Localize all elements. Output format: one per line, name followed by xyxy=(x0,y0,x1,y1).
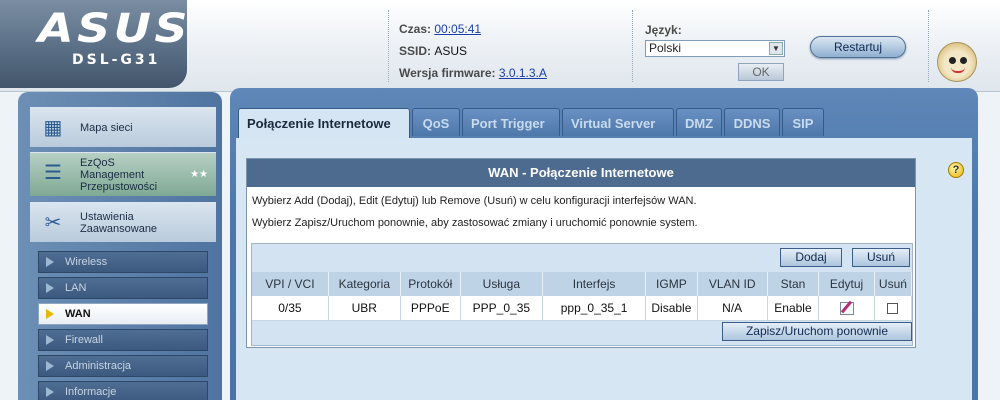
header-divider xyxy=(928,10,929,82)
cell-edit xyxy=(818,296,875,321)
sidebar-item-information[interactable]: Informacje xyxy=(38,381,208,400)
column-header: VLAN ID xyxy=(697,272,768,296)
sidebar-item-label: Mapa sieci xyxy=(80,122,133,134)
tab-port-trigger[interactable]: Port Trigger xyxy=(462,108,560,136)
column-header: Stan xyxy=(767,272,820,296)
mascot-eye xyxy=(949,57,956,64)
sidebar: ▦ Mapa sieci ☰ EzQoS Management Przepust… xyxy=(18,92,222,400)
sidebar-item-label: Informacje xyxy=(65,386,117,398)
column-header: Usługa xyxy=(460,272,544,296)
cell-vpi-vci: 0/35 xyxy=(252,296,329,321)
table-header-row: VPI / VCI Kategoria Protokół Usługa Inte… xyxy=(252,272,913,296)
remove-button[interactable]: Usuń xyxy=(852,248,910,267)
cell-service: PPP_0_35 xyxy=(460,296,544,321)
sidebar-item-label: Wireless xyxy=(65,256,108,268)
wan-table-frame: Dodaj Usuń VPI / VCI Kategoria Protokół … xyxy=(251,243,913,346)
arrow-right-icon xyxy=(46,283,54,293)
cell-state: Enable xyxy=(767,296,820,321)
save-restart-button[interactable]: Zapisz/Uruchom ponownie xyxy=(722,322,912,341)
cell-interface: ppp_0_35_1 xyxy=(542,296,647,321)
cell-vlan-id: N/A xyxy=(697,296,768,321)
mascot-eye xyxy=(960,57,967,64)
tab-ddns[interactable]: DDNS xyxy=(724,108,780,136)
sidebar-item-wan[interactable]: WAN xyxy=(38,303,208,325)
firmware-label: Wersja firmware: xyxy=(399,66,496,80)
tab-sip[interactable]: SIP xyxy=(782,108,824,136)
sidebar-item-label: LAN xyxy=(65,282,87,294)
sidebar-item-network-map[interactable]: ▦ Mapa sieci xyxy=(30,107,216,147)
sidebar-item-ezqos[interactable]: ☰ EzQoS Management Przepustowości ★★ xyxy=(30,152,216,196)
header-divider xyxy=(632,10,633,82)
column-header: Kategoria xyxy=(328,272,401,296)
brand-logo: ASUS xyxy=(38,6,192,52)
column-header: IGMP xyxy=(645,272,698,296)
remove-checkbox[interactable] xyxy=(887,303,899,315)
network-map-icon: ▦ xyxy=(43,117,63,139)
content-area: ? WAN - Połączenie Internetowe Wybierz A… xyxy=(236,138,972,400)
cell-category: UBR xyxy=(328,296,401,321)
tab-internet-connection[interactable]: Połączenie Internetowe xyxy=(238,108,410,138)
sidebar-item-label: Firewall xyxy=(65,334,103,346)
sidebar-item-lan[interactable]: LAN xyxy=(38,277,208,299)
column-header: Interfejs xyxy=(542,272,647,296)
add-button[interactable]: Dodaj xyxy=(780,248,842,267)
language-select[interactable]: Polski ▼ xyxy=(645,40,785,57)
tab-virtual-server[interactable]: Virtual Server xyxy=(562,108,674,136)
column-header: VPI / VCI xyxy=(252,272,329,296)
sidebar-item-advanced[interactable]: ✂ Ustawienia Zaawansowane xyxy=(30,202,216,242)
sidebar-item-label: EzQoS Management Przepustowości xyxy=(80,157,158,193)
restart-button[interactable]: Restartuj xyxy=(810,36,906,58)
cell-igmp: Disable xyxy=(645,296,698,321)
ok-button[interactable]: OK xyxy=(738,63,784,81)
wan-panel: WAN - Połączenie Internetowe Wybierz Add… xyxy=(246,158,916,348)
arrow-right-icon xyxy=(46,257,54,267)
mascot-mouth xyxy=(951,67,965,73)
firmware-status: Wersja firmware: 3.0.1.3.A xyxy=(399,66,547,80)
table-row: 0/35 UBR PPPoE PPP_0_35 ppp_0_35_1 Disab… xyxy=(252,296,913,321)
stars-icon: ★★ xyxy=(190,169,208,180)
ssid-label: SSID: xyxy=(399,44,432,58)
column-header: Protokół xyxy=(400,272,461,296)
sidebar-item-firewall[interactable]: Firewall xyxy=(38,329,208,351)
time-link[interactable]: 00:05:41 xyxy=(434,22,481,36)
arrow-right-icon xyxy=(46,361,54,371)
tab-dmz[interactable]: DMZ xyxy=(676,108,722,136)
column-header: Edytuj xyxy=(818,272,875,296)
ssid-status: SSID: ASUS xyxy=(399,44,467,58)
chevron-down-icon[interactable]: ▼ xyxy=(769,42,783,55)
cell-remove xyxy=(874,296,913,321)
firmware-link[interactable]: 3.0.1.3.A xyxy=(499,66,547,80)
column-header: Usuń xyxy=(874,272,913,296)
tab-qos[interactable]: QoS xyxy=(412,108,460,136)
arrow-right-icon xyxy=(46,387,54,397)
language-selected: Polski xyxy=(649,41,682,55)
sidebar-item-administration[interactable]: Administracja xyxy=(38,355,208,377)
sidebar-item-label: Ustawienia Zaawansowane xyxy=(80,211,158,235)
model-name: DSL-G31 xyxy=(72,52,161,68)
header: ASUS DSL-G31 Czas: 00:05:41 SSID: ASUS W… xyxy=(0,0,1000,92)
time-label: Czas: xyxy=(399,22,432,36)
page-title: WAN - Połączenie Internetowe xyxy=(247,159,915,187)
edit-icon[interactable] xyxy=(839,301,854,315)
arrow-right-icon xyxy=(46,335,54,345)
time-status: Czas: 00:05:41 xyxy=(399,22,481,36)
help-icon[interactable]: ? xyxy=(948,162,964,178)
tools-icon: ✂ xyxy=(44,212,62,234)
sidebar-item-wireless[interactable]: Wireless xyxy=(38,251,208,273)
wan-table: VPI / VCI Kategoria Protokół Usługa Inte… xyxy=(252,272,913,321)
language-label: Język: xyxy=(645,23,682,37)
sidebar-item-label: Administracja xyxy=(65,360,132,372)
ssid-value: ASUS xyxy=(434,44,468,58)
cell-protocol: PPPoE xyxy=(400,296,461,321)
qos-icon: ☰ xyxy=(44,162,62,184)
description-line: Wybierz Add (Dodaj), Edit (Edytuj) lub R… xyxy=(252,195,697,207)
sidebar-item-label: WAN xyxy=(65,308,91,320)
arrow-right-icon xyxy=(46,309,54,319)
logo: ASUS DSL-G31 xyxy=(0,0,188,88)
mascot-icon xyxy=(937,42,977,82)
header-divider xyxy=(388,10,389,82)
description-line: Wybierz Zapisz/Uruchom ponownie, aby zas… xyxy=(252,217,698,229)
